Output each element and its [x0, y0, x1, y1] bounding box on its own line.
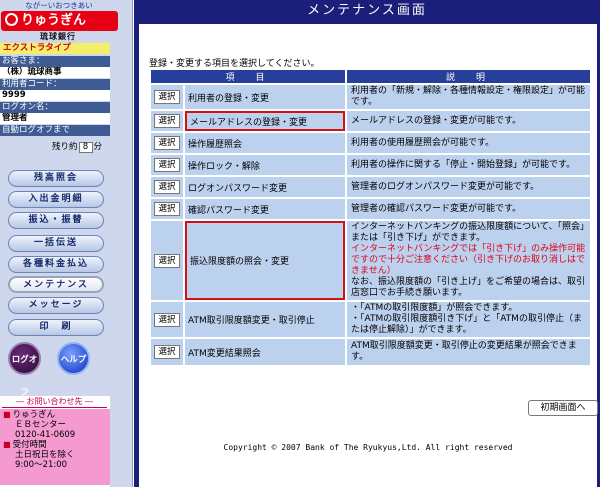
nav-maintenance[interactable]: メンテナンス [8, 276, 104, 293]
logo-text: りゅうぎん [21, 13, 87, 28]
bullet-icon: ■ [3, 440, 11, 449]
select-operation-lock-button[interactable]: 選択 [154, 158, 180, 172]
bank-name: 琉球銀行 [40, 32, 76, 41]
select-user-registration-button[interactable]: 選択 [154, 90, 180, 104]
remaining-time: 残り約 8 分 [52, 140, 102, 153]
nav-batch-transmission[interactable]: 一括伝送 [8, 235, 104, 252]
item-label: メールアドレスの登録・変更 [185, 111, 345, 131]
transfer-limit-desc-1: インターネットバンキングの振込限度額について、「照会」または「引き下げ」ができま… [351, 222, 585, 243]
item-description: メールアドレスの登録・変更が可能です。 [347, 111, 590, 131]
plan-type-label: エクストラタイプ [0, 43, 110, 54]
table-row: 選択 ATM変更結果照会 ATM取引限度額変更・取引停止の変更結果が照会できます… [151, 339, 590, 365]
copyright-text: Copyright © 2007 Bank of The Ryukyus,Ltd… [223, 443, 513, 452]
item-description: 利用者の操作に関する「停止・開始登録」が可能です。 [347, 155, 590, 175]
nav-balance-inquiry[interactable]: 残高照会 [8, 170, 104, 187]
contact-center-line1: りゅうぎん [12, 410, 56, 420]
customer-label: お客さま： [0, 56, 110, 67]
select-email-registration-button[interactable]: 選択 [154, 114, 180, 128]
maintenance-menu-table: 項 目 説 明 選択 利用者の登録・変更 利用者の「新規・解除・各種情報設定・権… [149, 68, 592, 367]
item-label: ATM取引限度額変更・取引停止 [185, 302, 345, 337]
contact-title: ― お問い合わせ先 ― [2, 396, 107, 408]
item-description: 利用者の「新規・解除・各種情報設定・権限設定」が可能です。 [347, 85, 590, 109]
item-description: 管理者のログオンパスワード変更が可能です。 [347, 177, 590, 197]
initial-screen-button[interactable]: 初期画面へ [528, 400, 598, 416]
login-name-label: ログオン名： [0, 102, 110, 113]
remaining-minutes: 8 [78, 142, 93, 153]
transfer-limit-desc-3: なお、振込限度額の「引き上げ」をご希望の場合は、取引店窓口でお手続き願います。 [351, 277, 586, 298]
table-row: 選択 操作ロック・解除 利用者の操作に関する「停止・開始登録」が可能です。 [151, 155, 590, 175]
user-code-value: 9999 [0, 90, 110, 101]
help-button[interactable]: ヘルプ [57, 342, 90, 375]
contact-panel: ― お問い合わせ先 ― ■ りゅうぎん ＥＢセンター 0120-41-0609 ■… [0, 396, 110, 487]
select-operation-history-button[interactable]: 選択 [154, 136, 180, 150]
item-description: インターネットバンキングの振込限度額について、「照会」または「引き下げ」ができま… [347, 221, 590, 300]
table-row: 選択 利用者の登録・変更 利用者の「新規・解除・各種情報設定・権限設定」が可能で… [151, 85, 590, 109]
contact-center-line2: ＥＢセンター [15, 420, 67, 430]
nav-print[interactable]: 印 刷 [8, 319, 104, 336]
remaining-unit: 分 [93, 142, 103, 152]
logo-mark-icon [5, 13, 18, 26]
sidebar: ながーいおつきあい りゅうぎん 琉球銀行 エクストラタイプ お客さま： （株）琉… [0, 0, 133, 487]
table-row: 選択 確認パスワード変更 管理者の確認パスワード変更が可能です。 [151, 199, 590, 219]
item-label: 利用者の登録・変更 [185, 85, 345, 109]
item-description: 管理者の確認パスワード変更が可能です。 [347, 199, 590, 219]
contact-hours-days: 土日祝日を除く [15, 450, 75, 460]
table-row: 選択 メールアドレスの登録・変更 メールアドレスの登録・変更が可能です。 [151, 111, 590, 131]
item-label: ATM変更結果照会 [185, 339, 345, 365]
item-label: 操作ロック・解除 [185, 155, 345, 175]
bullet-icon: ■ [3, 410, 11, 419]
page-title: メンテナンス画面 [307, 3, 427, 18]
table-row: 選択 ログオンパスワード変更 管理者のログオンパスワード変更が可能です。 [151, 177, 590, 197]
item-label: 振込限度額の照会・変更 [185, 221, 345, 300]
header-item: 項 目 [151, 70, 345, 83]
select-atm-result-button[interactable]: 選択 [154, 345, 180, 359]
item-label: 操作履歴照会 [185, 133, 345, 153]
customer-value: （株）琉球商事 [0, 67, 110, 78]
table-row: 選択 操作履歴照会 利用者の使用履歴照会が可能です。 [151, 133, 590, 153]
contact-hours-label: 受付時間 [12, 440, 47, 450]
nav-transfer[interactable]: 振込・振替 [8, 212, 104, 229]
select-confirm-password-button[interactable]: 選択 [154, 202, 180, 216]
table-row: 選択 振込限度額の照会・変更 インターネットバンキングの振込限度額について、「照… [151, 221, 590, 300]
contact-hours-time: 9:00～21:00 [15, 460, 68, 470]
content-panel: 登録・変更する項目を選択してください。 項 目 説 明 選択 利用者の登録・変更… [139, 24, 598, 487]
contact-body: ■ りゅうぎん ＥＢセンター 0120-41-0609 ■ 受付時間 土日祝日を除く… [0, 409, 110, 485]
atm-limit-desc-1: ・「ATMの取引限度額」が照会できます。 [351, 303, 518, 313]
login-name-value: 管理者 [0, 113, 110, 124]
nav-fee-payment[interactable]: 各種料金払込 [8, 256, 104, 273]
item-label: ログオンパスワード変更 [185, 177, 345, 197]
main-area: メンテナンス画面 登録・変更する項目を選択してください。 項 目 説 明 選択 … [134, 0, 600, 487]
transfer-limit-warning: インターネットバンキングでは「引き下げ」のみ操作可能ですので十分ご注意ください（… [351, 244, 586, 276]
nav-transaction-details[interactable]: 入出金明細 [8, 191, 104, 208]
contact-phone: 0120-41-0609 [15, 430, 76, 440]
user-code-label: 利用者コード： [0, 79, 110, 90]
header-description: 説 明 [347, 70, 590, 83]
item-description: ATM取引限度額変更・取引停止の変更結果が照会できます。 [347, 339, 590, 365]
atm-limit-desc-2: ・「ATMの取引限度額引き下げ」と「ATMの取引停止（または停止解除）」ができま… [351, 314, 582, 335]
item-description: ・「ATMの取引限度額」が照会できます。 ・「ATMの取引限度額引き下げ」と「A… [347, 302, 590, 337]
auto-logoff-label: 自動ログオフまで [0, 125, 110, 136]
table-row: 選択 ATM取引限度額変更・取引停止 ・「ATMの取引限度額」が照会できます。 … [151, 302, 590, 337]
item-description: 利用者の使用履歴照会が可能です。 [347, 133, 590, 153]
select-atm-limit-button[interactable]: 選択 [154, 312, 180, 327]
bank-logo: りゅうぎん [1, 11, 118, 31]
select-transfer-limit-button[interactable]: 選択 [154, 253, 180, 268]
select-logon-password-button[interactable]: 選択 [154, 180, 180, 194]
remaining-prefix: 残り約 [52, 142, 78, 152]
logoff-button[interactable]: ログオフ [8, 342, 41, 398]
nav-messages[interactable]: メッセージ [8, 297, 104, 314]
item-label: 確認パスワード変更 [185, 199, 345, 219]
